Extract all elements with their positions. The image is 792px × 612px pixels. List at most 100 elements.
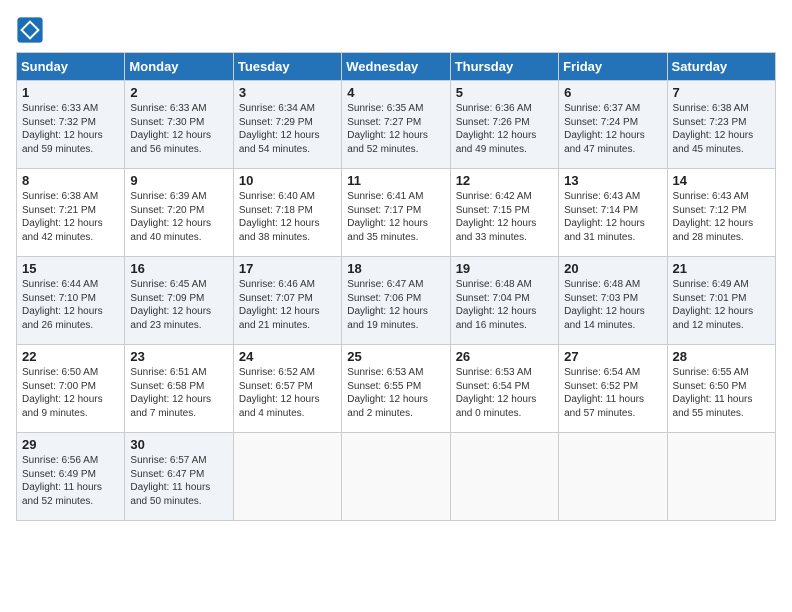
day-number: 21 [673,261,770,276]
day-info: Sunrise: 6:42 AM Sunset: 7:15 PM Dayligh… [456,190,553,244]
day-number: 1 [22,85,119,100]
day-cell: 2 Sunrise: 6:33 AM Sunset: 7:30 PM Daylig… [125,81,233,169]
day-info: Sunrise: 6:48 AM Sunset: 7:04 PM Dayligh… [456,278,553,332]
day-header-monday: Monday [125,53,233,81]
day-number: 23 [130,349,227,364]
day-number: 20 [564,261,661,276]
day-cell: 15Sunrise: 6:44 AM Sunset: 7:10 PM Dayli… [17,257,125,345]
day-info: Sunrise: 6:51 AM Sunset: 6:58 PM Dayligh… [130,366,227,420]
day-cell: 11 Sunrise: 6:41 AM Sunset: 7:17 PM Dayli… [342,169,450,257]
day-number: 13 [564,173,661,188]
day-number: 17 [239,261,336,276]
day-info: Sunrise: 6:34 AM Sunset: 7:29 PM Dayligh… [239,102,336,156]
day-number: 22 [22,349,119,364]
day-cell: 14 Sunrise: 6:43 AM Sunset: 7:12 PM Dayli… [667,169,775,257]
day-cell: 8 Sunrise: 6:38 AM Sunset: 7:21 PM Daylig… [17,169,125,257]
day-number: 26 [456,349,553,364]
day-number: 14 [673,173,770,188]
day-header-tuesday: Tuesday [233,53,341,81]
logo-icon [16,16,44,44]
day-number: 3 [239,85,336,100]
day-info: Sunrise: 6:56 AM Sunset: 6:49 PM Dayligh… [22,454,119,508]
day-info: Sunrise: 6:54 AM Sunset: 6:52 PM Dayligh… [564,366,661,420]
day-info: Sunrise: 6:38 AM Sunset: 7:23 PM Dayligh… [673,102,770,156]
page-header [16,16,776,44]
day-number: 6 [564,85,661,100]
day-cell: 4 Sunrise: 6:35 AM Sunset: 7:27 PM Daylig… [342,81,450,169]
day-cell: 30 Sunrise: 6:57 AM Sunset: 6:47 PM Dayli… [125,433,233,521]
day-cell: 28 Sunrise: 6:55 AM Sunset: 6:50 PM Dayli… [667,345,775,433]
week-row-1: 1 Sunrise: 6:33 AM Sunset: 7:32 PM Daylig… [17,81,776,169]
day-cell: 3 Sunrise: 6:34 AM Sunset: 7:29 PM Daylig… [233,81,341,169]
day-cell: 12 Sunrise: 6:42 AM Sunset: 7:15 PM Dayli… [450,169,558,257]
day-cell: 23 Sunrise: 6:51 AM Sunset: 6:58 PM Dayli… [125,345,233,433]
day-cell [233,433,341,521]
day-number: 18 [347,261,444,276]
day-number: 28 [673,349,770,364]
day-number: 4 [347,85,444,100]
day-number: 19 [456,261,553,276]
day-info: Sunrise: 6:45 AM Sunset: 7:09 PM Dayligh… [130,278,227,332]
day-info: Sunrise: 6:53 AM Sunset: 6:55 PM Dayligh… [347,366,444,420]
week-row-3: 15Sunrise: 6:44 AM Sunset: 7:10 PM Dayli… [17,257,776,345]
day-cell: 22 Sunrise: 6:50 AM Sunset: 7:00 PM Dayli… [17,345,125,433]
day-cell [667,433,775,521]
day-number: 11 [347,173,444,188]
day-number: 24 [239,349,336,364]
day-cell: 24 Sunrise: 6:52 AM Sunset: 6:57 PM Dayli… [233,345,341,433]
day-number: 2 [130,85,227,100]
day-cell: 26 Sunrise: 6:53 AM Sunset: 6:54 PM Dayli… [450,345,558,433]
day-cell: 20 Sunrise: 6:48 AM Sunset: 7:03 PM Dayli… [559,257,667,345]
day-number: 29 [22,437,119,452]
day-number: 5 [456,85,553,100]
day-info: Sunrise: 6:50 AM Sunset: 7:00 PM Dayligh… [22,366,119,420]
logo [16,16,48,44]
day-info: Sunrise: 6:38 AM Sunset: 7:21 PM Dayligh… [22,190,119,244]
day-info: Sunrise: 6:33 AM Sunset: 7:30 PM Dayligh… [130,102,227,156]
day-number: 27 [564,349,661,364]
day-info: Sunrise: 6:41 AM Sunset: 7:17 PM Dayligh… [347,190,444,244]
day-cell: 16 Sunrise: 6:45 AM Sunset: 7:09 PM Dayli… [125,257,233,345]
day-cell: 27 Sunrise: 6:54 AM Sunset: 6:52 PM Dayli… [559,345,667,433]
day-cell [342,433,450,521]
day-cell: 19 Sunrise: 6:48 AM Sunset: 7:04 PM Dayli… [450,257,558,345]
day-info: Sunrise: 6:55 AM Sunset: 6:50 PM Dayligh… [673,366,770,420]
day-number: 30 [130,437,227,452]
day-info: Sunrise: 6:43 AM Sunset: 7:12 PM Dayligh… [673,190,770,244]
day-cell [559,433,667,521]
day-header-thursday: Thursday [450,53,558,81]
day-number: 7 [673,85,770,100]
day-info: Sunrise: 6:49 AM Sunset: 7:01 PM Dayligh… [673,278,770,332]
day-number: 15 [22,261,119,276]
day-info: Sunrise: 6:43 AM Sunset: 7:14 PM Dayligh… [564,190,661,244]
day-cell: 10Sunrise: 6:40 AM Sunset: 7:18 PM Dayli… [233,169,341,257]
day-header-friday: Friday [559,53,667,81]
day-cell: 17 Sunrise: 6:46 AM Sunset: 7:07 PM Dayli… [233,257,341,345]
day-header-wednesday: Wednesday [342,53,450,81]
day-cell: 9 Sunrise: 6:39 AM Sunset: 7:20 PM Daylig… [125,169,233,257]
day-info: Sunrise: 6:33 AM Sunset: 7:32 PM Dayligh… [22,102,119,156]
day-cell [450,433,558,521]
day-header-saturday: Saturday [667,53,775,81]
day-number: 16 [130,261,227,276]
day-cell: 29 Sunrise: 6:56 AM Sunset: 6:49 PM Dayli… [17,433,125,521]
day-info: Sunrise: 6:52 AM Sunset: 6:57 PM Dayligh… [239,366,336,420]
day-info: Sunrise: 6:53 AM Sunset: 6:54 PM Dayligh… [456,366,553,420]
day-info: Sunrise: 6:35 AM Sunset: 7:27 PM Dayligh… [347,102,444,156]
day-info: Sunrise: 6:36 AM Sunset: 7:26 PM Dayligh… [456,102,553,156]
day-cell: 18 Sunrise: 6:47 AM Sunset: 7:06 PM Dayli… [342,257,450,345]
day-number: 25 [347,349,444,364]
day-info: Sunrise: 6:57 AM Sunset: 6:47 PM Dayligh… [130,454,227,508]
day-cell: 21 Sunrise: 6:49 AM Sunset: 7:01 PM Dayli… [667,257,775,345]
day-cell: 5 Sunrise: 6:36 AM Sunset: 7:26 PM Daylig… [450,81,558,169]
day-info: Sunrise: 6:46 AM Sunset: 7:07 PM Dayligh… [239,278,336,332]
day-cell: 25 Sunrise: 6:53 AM Sunset: 6:55 PM Dayli… [342,345,450,433]
day-number: 12 [456,173,553,188]
day-number: 9 [130,173,227,188]
day-info: Sunrise: 6:47 AM Sunset: 7:06 PM Dayligh… [347,278,444,332]
day-info: Sunrise: 6:39 AM Sunset: 7:20 PM Dayligh… [130,190,227,244]
day-info: Sunrise: 6:48 AM Sunset: 7:03 PM Dayligh… [564,278,661,332]
day-cell: 6Sunrise: 6:37 AM Sunset: 7:24 PM Daylig… [559,81,667,169]
day-number: 8 [22,173,119,188]
calendar-table: SundayMondayTuesdayWednesdayThursdayFrid… [16,52,776,521]
